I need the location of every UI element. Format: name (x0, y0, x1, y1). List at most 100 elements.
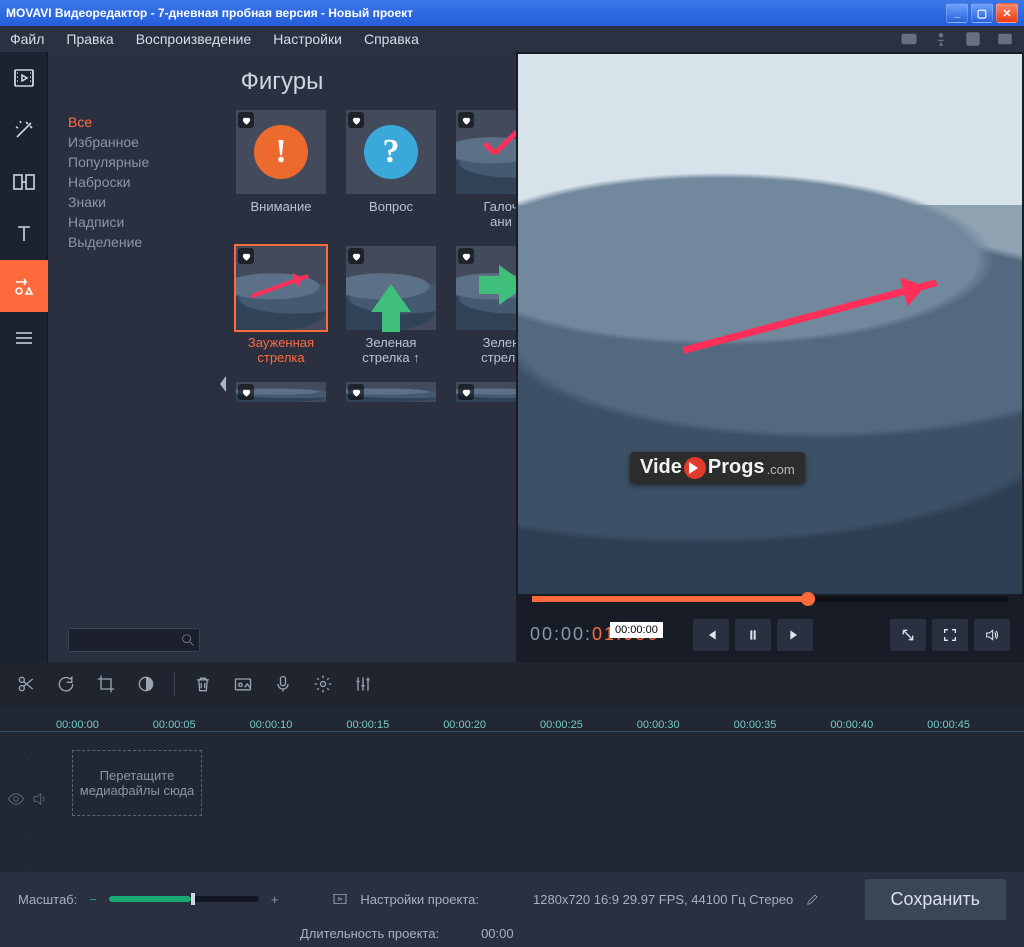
watermark-badge: VideProgs.com (630, 452, 805, 483)
timeline: 00:00:00 00:00:05 00:00:10 00:00:15 00:0… (0, 706, 1024, 872)
favorite-icon[interactable] (348, 384, 364, 400)
play-icon (684, 457, 706, 479)
zoom-slider[interactable] (109, 896, 259, 902)
save-button[interactable]: Сохранить (865, 879, 1006, 920)
favorite-icon[interactable] (348, 248, 364, 264)
volume-button[interactable] (974, 619, 1010, 651)
shape-label: Зауженная стрелка (236, 330, 326, 370)
window-titlebar: MOVAVI Видеоредактор - 7-дневная пробная… (0, 0, 1024, 26)
rotate-button[interactable] (48, 667, 84, 701)
share-vk-icon[interactable] (964, 30, 982, 48)
record-mic-button[interactable] (265, 667, 301, 701)
shape-label: Зеленая стрелка ↑ (346, 330, 436, 370)
dropzone[interactable]: Перетащите медиафайлы сюда (72, 750, 202, 816)
window-title: MOVAVI Видеоредактор - 7-дневная пробная… (6, 6, 413, 20)
zoom-label: Масштаб: (18, 892, 77, 907)
status-bar: Масштаб: − + Настройки проекта: 1280x720… (0, 872, 1024, 947)
filter-item[interactable]: Избранное (68, 132, 200, 152)
shapes-grid: ! Внимание ? Вопрос Галоч ани Зауженная … (232, 106, 516, 662)
delete-button[interactable] (185, 667, 221, 701)
share-generic-icon[interactable] (996, 30, 1014, 48)
track-visible-icon[interactable] (7, 790, 25, 808)
favorite-icon[interactable] (458, 112, 474, 128)
seek-bar[interactable] (532, 596, 1008, 602)
category-media-button[interactable] (0, 52, 48, 104)
clip-settings-button[interactable] (305, 667, 341, 701)
preview-panel: 00:00:01.086 00:00:00 (516, 52, 1024, 662)
timecode-tooltip: 00:00:00 (610, 622, 663, 638)
shape-label: Вопрос (346, 194, 436, 234)
preview-canvas[interactable] (518, 54, 1022, 594)
search-icon (180, 632, 196, 648)
snapshot-button[interactable] (225, 667, 261, 701)
category-filters-button[interactable] (0, 104, 48, 156)
window-maximize-button[interactable]: ▢ (971, 3, 993, 23)
menu-help[interactable]: Справка (364, 31, 419, 47)
category-shapes-button[interactable] (0, 260, 48, 312)
shape-tile[interactable]: ! Внимание (236, 110, 326, 240)
pager-prev-icon[interactable] (217, 374, 229, 394)
shape-label: Зелен стрелк (456, 330, 516, 370)
preview-shape-arrow[interactable] (683, 279, 938, 354)
filter-item[interactable]: Все (68, 112, 200, 132)
menu-bar: Файл Правка Воспроизведение Настройки Сп… (0, 26, 1024, 52)
filter-item[interactable]: Надписи (68, 212, 200, 232)
seek-knob[interactable] (801, 592, 815, 606)
category-titles-button[interactable] (0, 208, 48, 260)
shape-tile[interactable]: ? Вопрос (346, 110, 436, 240)
cut-button[interactable] (8, 667, 44, 701)
track-audio-icon[interactable] (31, 790, 49, 808)
filter-item[interactable]: Наброски (68, 172, 200, 192)
track-music-icon[interactable] (19, 838, 37, 840)
project-duration-label: Длительность проекта: (300, 926, 439, 941)
favorite-icon[interactable] (458, 248, 474, 264)
timecode: 00:00:01.086 00:00:00 (530, 624, 659, 646)
fullscreen-button[interactable] (932, 619, 968, 651)
share-youtube-icon[interactable] (900, 30, 918, 48)
shape-tile[interactable]: Галоч ани (456, 110, 516, 240)
shape-tile[interactable]: Зеленая стрелка ↑ (346, 246, 436, 376)
filter-item[interactable]: Популярные (68, 152, 200, 172)
pause-button[interactable] (735, 619, 771, 651)
equalizer-button[interactable] (345, 667, 381, 701)
project-settings-icon[interactable] (332, 891, 348, 907)
filter-list: Все Избранное Популярные Наброски Знаки … (48, 106, 214, 662)
panel-title: Фигуры (48, 52, 516, 106)
prev-button[interactable] (693, 619, 729, 651)
favorite-icon[interactable] (238, 112, 254, 128)
edit-project-settings-icon[interactable] (805, 891, 821, 907)
next-button[interactable] (777, 619, 813, 651)
favorite-icon[interactable] (348, 112, 364, 128)
shape-tile[interactable]: Зауженная стрелка (236, 246, 326, 376)
project-settings-label: Настройки проекта: (360, 892, 479, 907)
category-transitions-button[interactable] (0, 156, 48, 208)
project-settings-value: 1280x720 16:9 29.97 FPS, 44100 Гц Стерео (533, 892, 793, 907)
menu-settings[interactable]: Настройки (273, 31, 342, 47)
shape-tile[interactable] (346, 382, 436, 402)
favorite-icon[interactable] (458, 384, 474, 400)
crop-button[interactable] (88, 667, 124, 701)
track-mute-icon[interactable] (19, 870, 37, 872)
window-close-button[interactable]: ✕ (996, 3, 1018, 23)
filter-search (68, 628, 200, 652)
shape-tile[interactable]: Зелен стрелк (456, 246, 516, 376)
timeline-tracks[interactable]: Перетащите медиафайлы сюда (0, 732, 1024, 872)
window-minimize-button[interactable]: _ (946, 3, 968, 23)
menu-edit[interactable]: Правка (66, 31, 113, 47)
separator (174, 671, 175, 697)
menu-file[interactable]: Файл (10, 31, 44, 47)
timeline-ruler[interactable]: 00:00:00 00:00:05 00:00:10 00:00:15 00:0… (0, 706, 1024, 732)
share-ok-icon[interactable] (932, 30, 950, 48)
shapes-panel: Фигуры Все Избранное Популярные Наброски… (48, 52, 516, 662)
favorite-icon[interactable] (238, 248, 254, 264)
category-more-button[interactable] (0, 312, 48, 364)
filter-item[interactable]: Знаки (68, 192, 200, 212)
shape-tile[interactable] (236, 382, 326, 402)
menu-playback[interactable]: Воспроизведение (136, 31, 252, 47)
filter-item[interactable]: Выделение (68, 232, 200, 252)
track-video-icon[interactable] (19, 758, 37, 760)
favorite-icon[interactable] (238, 384, 254, 400)
color-button[interactable] (128, 667, 164, 701)
popout-button[interactable] (890, 619, 926, 651)
shape-tile[interactable] (456, 382, 516, 402)
